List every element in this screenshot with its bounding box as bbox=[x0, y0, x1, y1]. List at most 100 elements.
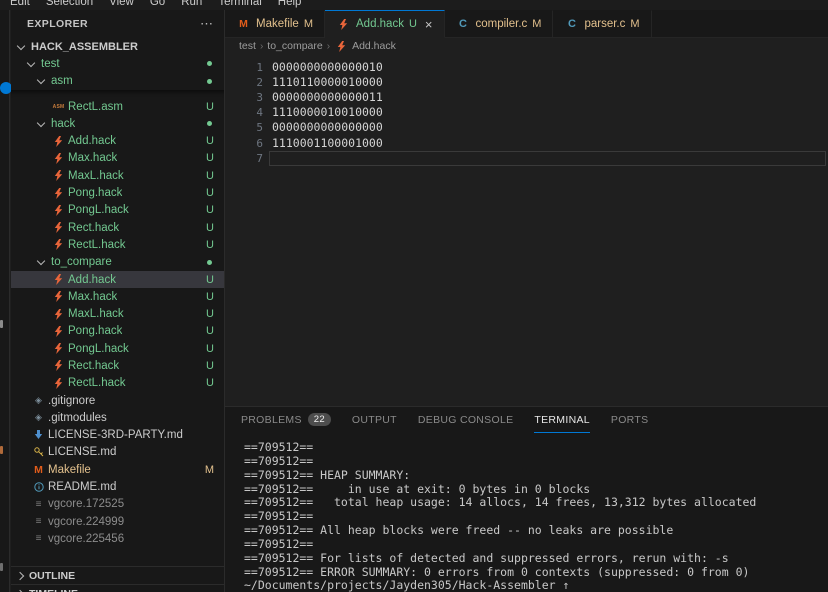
code-editor[interactable]: 1000000000000001021110110000010000300000… bbox=[225, 54, 828, 406]
git-status-badge: U bbox=[206, 187, 214, 199]
tree-file-rect-hack[interactable]: Rect.hackU bbox=[11, 219, 224, 236]
panel-tab-terminal[interactable]: TERMINAL bbox=[534, 407, 590, 433]
menu-item-edit[interactable]: Edit bbox=[2, 0, 38, 8]
tree-file-license-3rd-party-md[interactable]: LICENSE-3RD-PARTY.md bbox=[11, 427, 224, 444]
tree-file-pong-hack[interactable]: Pong.hackU bbox=[11, 184, 224, 201]
tree-file-rect-hack[interactable]: Rect.hackU bbox=[11, 357, 224, 374]
tree-item-label: to_compare bbox=[51, 256, 112, 268]
section-outline[interactable]: OUTLINE bbox=[11, 566, 224, 584]
panel-tab-label: DEBUG CONSOLE bbox=[418, 414, 514, 426]
tree-file-max-hack[interactable]: Max.hackU bbox=[11, 288, 224, 305]
tree-file-gitmodules[interactable]: ◈.gitmodules bbox=[11, 409, 224, 426]
tab-label: parser.c bbox=[584, 18, 625, 30]
code-line[interactable]: 50000000000000000 bbox=[225, 120, 828, 135]
git-status-badge: U bbox=[206, 343, 214, 355]
tree-file-readme-md[interactable]: README.md bbox=[11, 478, 224, 495]
tree-item-label: RectL.hack bbox=[68, 239, 126, 251]
tree-item-label: Makefile bbox=[48, 464, 91, 476]
chevron-right-icon bbox=[15, 570, 29, 582]
panel-tab-output[interactable]: OUTPUT bbox=[352, 407, 397, 433]
tree-item-label: PongL.hack bbox=[68, 204, 129, 216]
tree-file-maxl-hack[interactable]: MaxL.hack U bbox=[11, 305, 224, 322]
menu-item-terminal[interactable]: Terminal bbox=[210, 0, 269, 8]
code-line[interactable]: 41110000010010000 bbox=[225, 105, 828, 120]
menu-items: EditSelectionViewGoRunTerminalHelp bbox=[0, 0, 828, 8]
tree-item-label: Add.hack bbox=[68, 274, 116, 286]
tree-file-vgcore-224999[interactable]: ≡vgcore.224999 bbox=[11, 513, 224, 530]
tab-makefile[interactable]: MMakefileM bbox=[225, 10, 325, 38]
tree-folder-to-compare[interactable]: to_compare bbox=[11, 254, 224, 271]
line-number: 4 bbox=[225, 106, 263, 119]
terminal-output[interactable]: ==709512====709512====709512== HEAP SUMM… bbox=[225, 433, 828, 592]
menu-item-selection[interactable]: Selection bbox=[38, 0, 101, 8]
breadcrumb-item-add-hack[interactable]: Add.hack bbox=[334, 40, 396, 52]
tree-file-rectl-hack[interactable]: RectL.hack U bbox=[11, 236, 224, 253]
tree-folder-test[interactable]: test bbox=[11, 55, 224, 72]
tree-folder-asm[interactable]: asm bbox=[11, 73, 224, 90]
tree-item-label: vgcore.172525 bbox=[48, 498, 124, 510]
tab-parser-c[interactable]: Cparser.cM bbox=[553, 10, 651, 38]
panel-tabs: PROBLEMS22 OUTPUT DEBUG CONSOLE TERMINAL POR… bbox=[225, 407, 828, 433]
tree-file-max-hack[interactable]: Max.hackU bbox=[11, 150, 224, 167]
panel-tab-ports[interactable]: PORTS bbox=[611, 407, 648, 433]
license-3rd-party-icon bbox=[31, 429, 46, 441]
menu-item-run[interactable]: Run bbox=[173, 0, 210, 8]
hack-file-icon bbox=[51, 204, 66, 216]
menu-item-go[interactable]: Go bbox=[142, 0, 173, 8]
tree-file-add-hack[interactable]: Add.hackU bbox=[11, 271, 224, 288]
activity-icon-sliver bbox=[0, 320, 3, 328]
tree-item-label: LICENSE-3RD-PARTY.md bbox=[48, 429, 183, 441]
code-line[interactable]: 10000000000000010 bbox=[225, 60, 828, 75]
git-status-badge: U bbox=[206, 308, 214, 320]
tree-file-pong-hack[interactable]: Pong.hackU bbox=[11, 323, 224, 340]
tree-file-add-hack[interactable]: Add.hackU bbox=[11, 132, 224, 149]
panel-tab-label: PORTS bbox=[611, 414, 648, 426]
tree-file-vgcore-172525[interactable]: ≡vgcore.172525 bbox=[11, 496, 224, 513]
tree-file-license-md[interactable]: LICENSE.md bbox=[11, 444, 224, 461]
code-line[interactable]: 61110001100001000 bbox=[225, 135, 828, 150]
menu-item-help[interactable]: Help bbox=[270, 0, 310, 8]
tree-file-pongl-hack[interactable]: PongL.hackU bbox=[11, 340, 224, 357]
code-line[interactable]: 7 bbox=[225, 151, 828, 166]
tree-file-rectl-asm[interactable]: ASMRectL.asmU bbox=[11, 98, 224, 115]
hack-file-icon bbox=[51, 135, 66, 147]
more-actions-icon[interactable]: ⋯ bbox=[200, 16, 214, 32]
breadcrumb-item-to-compare[interactable]: to_compare bbox=[267, 40, 322, 52]
panel-tab-debug-console[interactable]: DEBUG CONSOLE bbox=[418, 407, 514, 433]
code-line[interactable]: 21110110000010000 bbox=[225, 75, 828, 90]
code-text: 0000000000000000 bbox=[272, 120, 826, 135]
close-icon[interactable]: × bbox=[425, 18, 433, 31]
tree-file-pongl-hack[interactable]: PongL.hackU bbox=[11, 202, 224, 219]
tab-add-hack[interactable]: Add.hackU× bbox=[325, 10, 445, 38]
tree-file-vgcore-225456[interactable]: ≡vgcore.225456 bbox=[11, 530, 224, 547]
hack-file-icon bbox=[51, 222, 66, 234]
tree-item-label: test bbox=[41, 58, 60, 70]
line-number: 6 bbox=[225, 137, 263, 150]
tree-file-rectl-hack[interactable]: RectL.hackU bbox=[11, 375, 224, 392]
section-timeline[interactable]: TIMELINE bbox=[11, 584, 224, 592]
breadcrumb-item-test[interactable]: test bbox=[239, 40, 256, 52]
code-line[interactable]: 30000000000000011 bbox=[225, 90, 828, 105]
terminal-prompt: ~/Documents/projects/Jayden305/Hack-Asse… bbox=[244, 579, 828, 592]
tree-file-makefile[interactable]: MMakefileM bbox=[11, 461, 224, 478]
activity-bar[interactable] bbox=[0, 10, 10, 592]
tree-item-label: MaxL.hack bbox=[68, 170, 124, 182]
tree-file-maxl-hack[interactable]: MaxL.hackU bbox=[11, 167, 224, 184]
tree-folder-hack[interactable]: hack bbox=[11, 115, 224, 132]
tree-file-rect-asm[interactable]: ASMRect.asmU bbox=[11, 90, 224, 98]
git-status-badge: M bbox=[304, 18, 313, 30]
menu-item-view[interactable]: View bbox=[101, 0, 142, 8]
tab-compiler-c[interactable]: Ccompiler.cM bbox=[445, 10, 554, 38]
editor-area: MMakefileMAdd.hackU×Ccompiler.cMCparser.… bbox=[225, 10, 828, 406]
git-status-badge: U bbox=[206, 239, 214, 251]
hack-file-icon bbox=[51, 291, 66, 303]
panel-tab-problems[interactable]: PROBLEMS22 bbox=[241, 407, 331, 433]
tree-file-gitignore[interactable]: ◈.gitignore bbox=[11, 392, 224, 409]
tree-item-label: MaxL.hack bbox=[68, 308, 124, 320]
tree-item-label: RectL.hack bbox=[68, 377, 126, 389]
tree-item-label: asm bbox=[51, 75, 73, 87]
tree-item-label: Pong.hack bbox=[68, 325, 122, 337]
tree-item-label: vgcore.225456 bbox=[48, 533, 124, 545]
tree-item-label: Max.hack bbox=[68, 152, 117, 164]
tree-folder-hack-assembler[interactable]: HACK_ASSEMBLER bbox=[11, 38, 224, 55]
